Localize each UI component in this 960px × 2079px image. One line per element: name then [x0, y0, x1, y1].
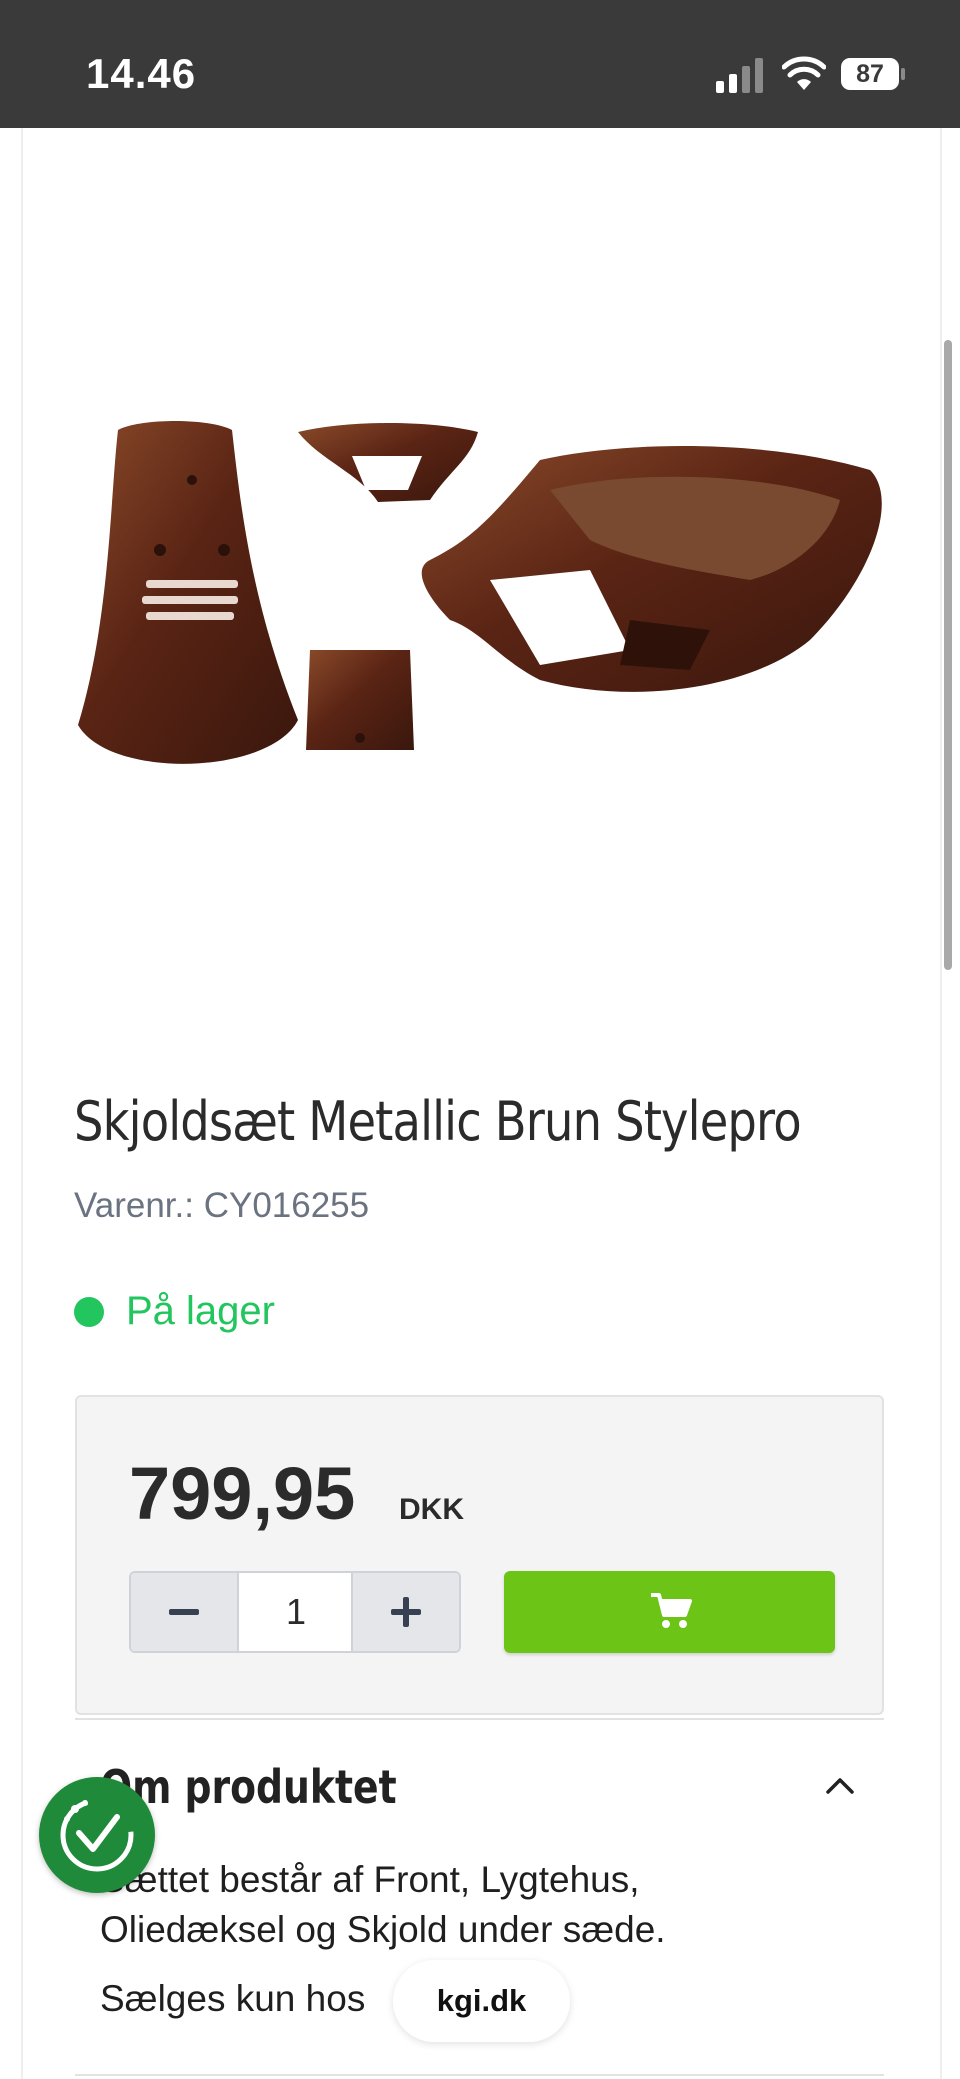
plus-icon — [391, 1597, 421, 1627]
browser-url-bar[interactable]: kgi.dk — [393, 1960, 570, 2042]
quantity-input[interactable]: 1 — [239, 1573, 353, 1651]
add-to-cart-button[interactable] — [504, 1571, 835, 1653]
chevron-up-icon[interactable] — [822, 1770, 858, 1800]
section-divider — [75, 1718, 884, 1720]
stock-status-dot — [74, 1297, 104, 1327]
battery-icon: 87 — [840, 56, 906, 92]
wifi-icon — [782, 56, 826, 90]
product-price: 799,95 — [129, 1452, 356, 1535]
price-currency: DKK — [399, 1493, 464, 1526]
battery-level: 87 — [856, 60, 884, 88]
status-time: 14.46 — [86, 50, 197, 97]
product-sku: Varenr.: CY016255 — [74, 1186, 370, 1225]
quantity-increase-button[interactable] — [351, 1573, 459, 1651]
stock-status: På lager — [126, 1289, 275, 1333]
quantity-stepper: 1 — [129, 1571, 461, 1653]
product-description: Sættet består af Front, Lygtehus, Oliedæ… — [100, 1859, 666, 1950]
status-bar: 14.46 87 — [0, 0, 960, 128]
minus-icon — [169, 1609, 199, 1615]
product-note: Sælges kun hos — [100, 1978, 366, 2019]
cart-icon — [651, 1593, 692, 1628]
signal-icon — [716, 58, 763, 93]
price-box: 799,95 DKK 1 — [75, 1395, 884, 1715]
trust-badge-button[interactable] — [39, 1777, 155, 1893]
browser-url[interactable]: kgi.dk — [393, 1960, 570, 2042]
quantity-decrease-button[interactable] — [131, 1573, 239, 1651]
page-scrollbar[interactable] — [944, 340, 952, 970]
product-image[interactable] — [70, 420, 890, 810]
product-title: Skjoldsæt Metallic Brun Stylepro — [74, 1090, 802, 1153]
section-divider-bottom — [75, 2074, 884, 2076]
trust-badge-icon — [60, 1798, 134, 1872]
